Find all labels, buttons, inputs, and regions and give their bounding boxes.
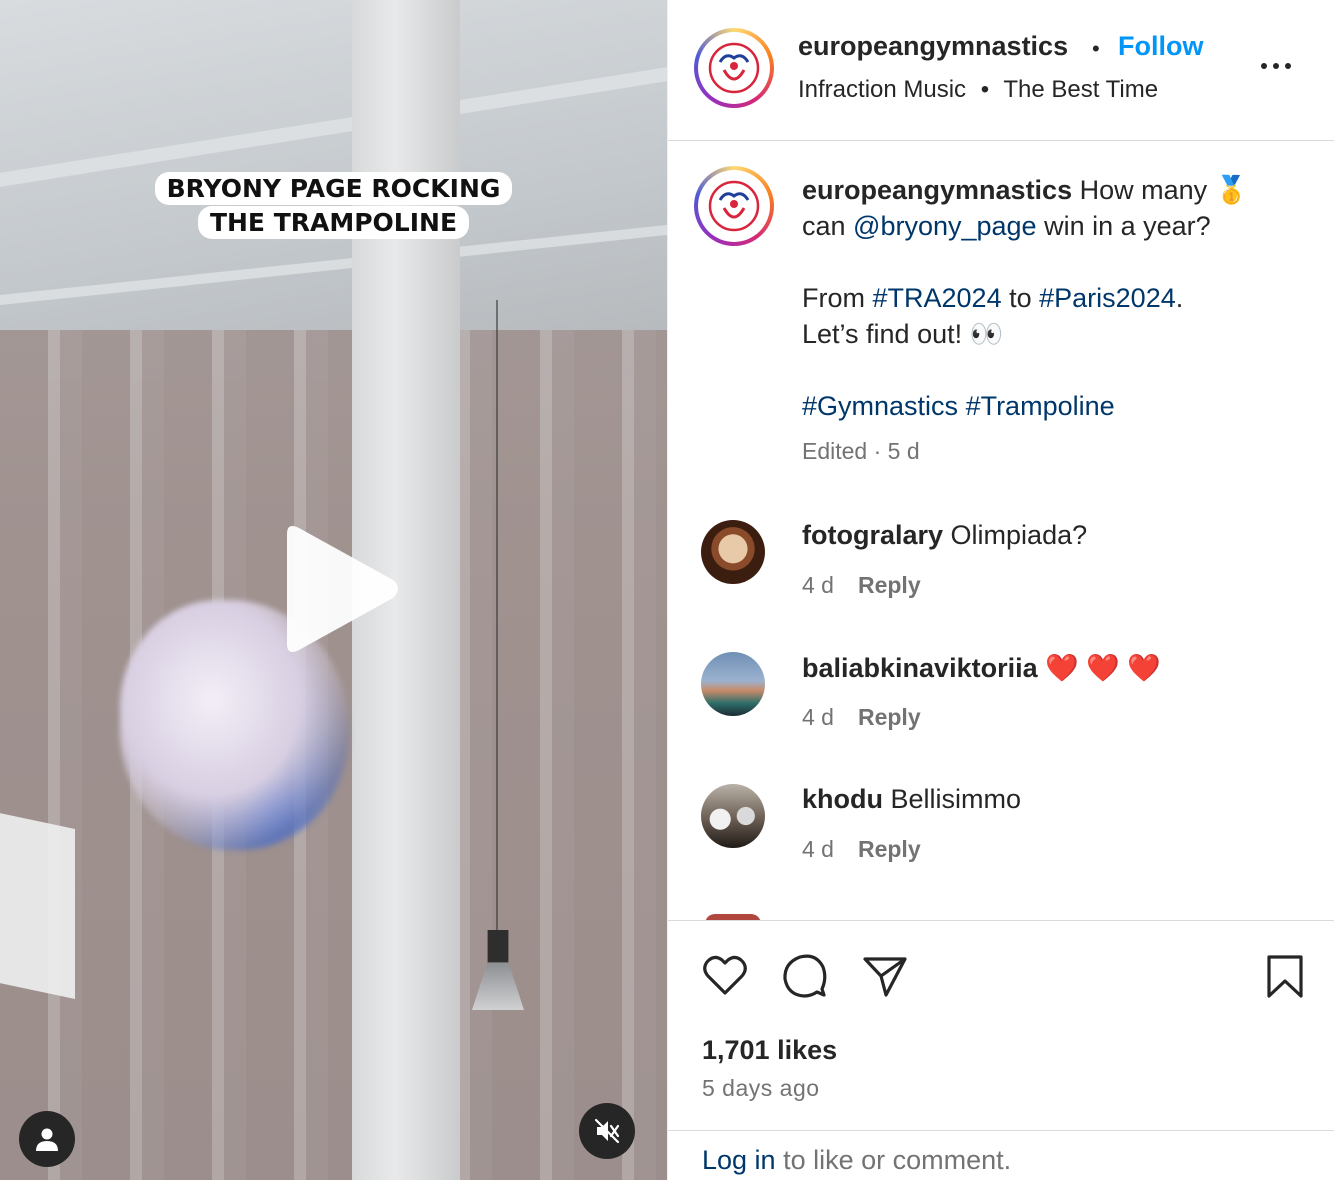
caption-text: From bbox=[802, 283, 873, 313]
comment-meta: 4 d Reply bbox=[802, 572, 921, 599]
eyes-emoji: 👀 bbox=[969, 319, 1004, 349]
video-frame-sign bbox=[0, 810, 75, 1000]
comment-time: 4 d bbox=[802, 836, 834, 862]
video-frame-wire bbox=[496, 300, 498, 940]
audio-attribution[interactable]: Infraction Music • The Best Time bbox=[798, 76, 1158, 104]
reply-button[interactable]: Reply bbox=[858, 704, 921, 730]
medal-emoji: 🥇 bbox=[1214, 175, 1249, 205]
likes-count[interactable]: 1,701 likes bbox=[702, 1035, 837, 1066]
video-player[interactable]: BRYONY PAGE ROCKING THE TRAMPOLINE bbox=[0, 0, 667, 1180]
author-username[interactable]: europeangymnastics bbox=[798, 31, 1068, 62]
video-text-sticker-line-2: THE TRAMPOLINE bbox=[197, 206, 470, 239]
comment-item: baliabkinaviktoriia ❤️ ❤️ ❤️ 4 d Reply bbox=[668, 652, 1334, 762]
audio-artist[interactable]: Infraction Music bbox=[798, 76, 966, 103]
post-side-panel: europeangymnastics • Follow Infraction M… bbox=[667, 0, 1334, 1180]
hashtag-link[interactable]: #Paris2024 bbox=[1039, 283, 1176, 313]
login-prompt-text: to like or comment. bbox=[775, 1145, 1012, 1175]
comments-scroll-area[interactable]: europeangymnastics How many 🥇 can @bryon… bbox=[668, 142, 1334, 920]
commenter-username[interactable]: baliabkinaviktoriia bbox=[802, 653, 1038, 683]
play-icon[interactable] bbox=[275, 520, 405, 660]
bookmark-icon[interactable] bbox=[1260, 951, 1310, 1001]
hashtag-link[interactable]: #Gymnastics bbox=[802, 391, 958, 421]
mention-link[interactable]: @bryony_page bbox=[853, 211, 1037, 241]
comment-body: khodu Bellisimmo bbox=[802, 784, 1021, 815]
share-icon[interactable] bbox=[860, 951, 910, 1001]
comment-text: Bellisimmo bbox=[890, 784, 1022, 814]
caption-text: win in a year? bbox=[1036, 211, 1211, 241]
post-header: europeangymnastics • Follow Infraction M… bbox=[668, 0, 1334, 141]
reply-button[interactable]: Reply bbox=[858, 572, 921, 598]
logo-icon bbox=[698, 32, 770, 104]
comment-time: 4 d bbox=[802, 572, 834, 598]
comment-body: fotogralary Olimpiada? bbox=[802, 520, 1087, 551]
audio-track[interactable]: The Best Time bbox=[1003, 76, 1158, 103]
commenter-username[interactable]: fotogralary bbox=[802, 520, 943, 550]
comment-item: khodu Bellisimmo 4 d Reply bbox=[668, 784, 1334, 894]
separator-dot: • bbox=[1092, 36, 1100, 61]
login-link[interactable]: Log in bbox=[702, 1145, 776, 1175]
post-actions: 1,701 likes 5 days ago bbox=[668, 920, 1334, 1132]
commenter-avatar[interactable] bbox=[701, 784, 765, 848]
caption-text: Let’s find out! bbox=[802, 319, 970, 349]
comment-icon[interactable] bbox=[780, 951, 830, 1001]
caption-username[interactable]: europeangymnastics bbox=[802, 175, 1072, 205]
hashtag-link[interactable]: #Trampoline bbox=[966, 391, 1115, 421]
video-text-sticker-line-1: BRYONY PAGE ROCKING bbox=[154, 172, 513, 205]
comment-text: Olimpiada? bbox=[950, 520, 1088, 550]
comment-text: ❤️ ❤️ ❤️ bbox=[1045, 653, 1161, 683]
commenter-username[interactable]: khodu bbox=[802, 784, 883, 814]
caption-text: can bbox=[802, 211, 854, 241]
caption-text: How many bbox=[1079, 175, 1215, 205]
caption-text: to bbox=[1001, 283, 1040, 313]
comment-time: 4 d bbox=[802, 704, 834, 730]
video-text-sticker: THE TRAMPOLINE bbox=[0, 206, 667, 239]
video-text-sticker: BRYONY PAGE ROCKING bbox=[0, 172, 667, 205]
user-icon[interactable] bbox=[19, 1111, 75, 1167]
caption-meta: Edited · 5 d bbox=[802, 438, 920, 464]
caption-author-avatar[interactable] bbox=[694, 166, 774, 246]
reply-button[interactable]: Reply bbox=[858, 836, 921, 862]
more-icon[interactable] bbox=[1258, 54, 1294, 78]
follow-button[interactable]: Follow bbox=[1118, 31, 1203, 62]
commenter-avatar[interactable] bbox=[701, 520, 765, 584]
author-avatar[interactable] bbox=[694, 28, 774, 108]
commenter-avatar[interactable] bbox=[701, 652, 765, 716]
comment-meta: 4 d Reply bbox=[802, 836, 921, 863]
post-caption: europeangymnastics How many 🥇 can @bryon… bbox=[802, 172, 1282, 424]
comment-body: baliabkinaviktoriia ❤️ ❤️ ❤️ bbox=[802, 652, 1161, 684]
volume-muted-icon[interactable] bbox=[579, 1103, 635, 1159]
hashtag-link[interactable]: #TRA2024 bbox=[873, 283, 1002, 313]
post-timestamp[interactable]: 5 days ago bbox=[702, 1075, 820, 1102]
heart-icon[interactable] bbox=[700, 951, 750, 1001]
caption-text: . bbox=[1175, 283, 1184, 313]
comment-meta: 4 d Reply bbox=[802, 704, 921, 731]
comment-item: fotogralary Olimpiada? 4 d Reply bbox=[668, 520, 1334, 630]
logo-icon bbox=[698, 170, 770, 242]
audio-separator: • bbox=[980, 76, 990, 103]
login-prompt: Log in to like or comment. bbox=[668, 1130, 1334, 1180]
